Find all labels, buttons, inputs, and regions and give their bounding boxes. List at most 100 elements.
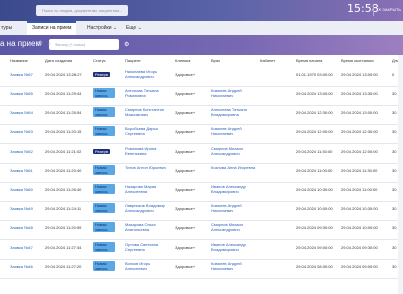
tab-appointments[interactable]: Записи на прием xyxy=(27,21,77,35)
column-header[interactable]: Статус xyxy=(93,58,106,63)
start-time: 29.04.2024 10:00:00 xyxy=(296,206,333,211)
doctor-link[interactable]: Алексеева Татьяна Владимировна xyxy=(211,107,259,117)
created-date: 29.04.2024 11:27:20 xyxy=(45,264,82,269)
gear-icon[interactable]: ⚙ xyxy=(124,41,129,48)
start-time: 29.04.2024 12:30:00 xyxy=(296,110,333,115)
doctor-link[interactable]: Иванов Александр Владимирович xyxy=(211,242,259,252)
table-row[interactable]: Заявка №52 29.04.2024 11:21:02 Резерв Роман… xyxy=(0,144,403,164)
appointment-link[interactable]: Заявка №49 xyxy=(10,206,33,211)
table-row[interactable]: Заявка №53 29.04.2024 11:20:15 Новая запис… xyxy=(0,124,403,144)
created-date: 29.04.2024 11:26:40 xyxy=(45,187,82,192)
column-header[interactable]: Название xyxy=(10,58,28,63)
patient-link[interactable]: Волков Игорь Алексеевич xyxy=(125,261,169,271)
status-badge: Новая запись xyxy=(93,88,115,98)
patient-link[interactable]: Воробьева Дарья Сергеевна xyxy=(125,126,169,136)
clinic-name: Здоровье+ xyxy=(175,245,196,250)
end-time: 29.04.2024 10:00:00 xyxy=(341,225,378,230)
duration: 30 xyxy=(392,264,397,269)
table-row[interactable]: Заявка №51 29.04.2024 11:20:40 Новая запис… xyxy=(0,163,403,183)
tab-more[interactable]: Еще ⌄ xyxy=(126,21,142,35)
end-time: 29.04.2024 13:30:00 xyxy=(341,91,378,96)
start-time: 29.04.2024 09:30:00 xyxy=(296,225,333,230)
patient-link[interactable]: Макарова Ольга Анатольевна xyxy=(125,222,169,232)
status-badge: Резерв xyxy=(93,72,110,77)
appointment-link[interactable]: Заявка №48 xyxy=(10,225,33,230)
column-header[interactable]: Кабинет xyxy=(260,58,275,63)
appointment-link[interactable]: Заявка №52 xyxy=(10,149,33,154)
status-badge: Резерв xyxy=(93,149,110,154)
filter-placeholder: Фильтр (* поиск) xyxy=(55,42,86,47)
status-badge: Новая запись xyxy=(93,165,115,175)
scrollbar[interactable] xyxy=(398,55,403,294)
duration: 30 xyxy=(392,187,397,192)
global-search-input[interactable]: Поиск по людям, документам, пациентам... xyxy=(36,5,128,16)
status-badge: Новая запись xyxy=(93,261,115,271)
start-time: 29.04.2024 12:00:00 xyxy=(296,129,333,134)
column-header[interactable]: Врач xyxy=(211,58,220,63)
start-time: 29.04.2024 13:00:00 xyxy=(296,91,333,96)
patient-link[interactable]: Титов Антон Юрьевич xyxy=(125,165,169,170)
search-icon: ⌕ xyxy=(48,41,51,47)
doctor-link[interactable]: Иванов Александр Владимирович xyxy=(211,184,259,194)
created-date: 29.04.2024 11:25:54 xyxy=(45,110,82,115)
page-header: а на прием ☆ ⌕ Фильтр (* поиск) ⚙ xyxy=(0,35,403,55)
doctor-link[interactable]: Ковалев Андрей Николаевич xyxy=(211,261,259,271)
table-row[interactable]: Заявка №50 29.04.2024 11:26:40 Новая запис… xyxy=(0,182,403,202)
doctor-link[interactable]: Ковалев Андрей Николаевич xyxy=(211,203,259,213)
end-time: 29.04.2024 10:30:00 xyxy=(341,206,378,211)
start-time: 29.04.2024 10:30:00 xyxy=(296,187,333,192)
appointment-link[interactable]: Заявка №54 xyxy=(10,110,33,115)
column-header[interactable]: Время окончания xyxy=(341,58,374,63)
patient-link[interactable]: Орлова Светлана Сергеевна xyxy=(125,242,169,252)
doctor-link[interactable]: Смирнов Михаил Александрович xyxy=(211,146,259,156)
status-badge: Новая запись xyxy=(93,203,115,213)
clinic-name: Здоровье+ xyxy=(175,168,196,173)
doctor-link[interactable]: Смирнов Михаил Александрович xyxy=(211,222,259,232)
patient-link[interactable]: Смирнов Константин Максимович xyxy=(125,107,169,117)
end-time: 29.04.2024 13:00:00 xyxy=(341,72,378,77)
close-button[interactable]: ✕ ЗАКРЫТЬ xyxy=(378,7,401,12)
appointment-link[interactable]: Заявка №55 xyxy=(10,91,33,96)
doctor-link[interactable]: Ковалев Андрей Николаевич xyxy=(211,88,259,98)
doctor-link[interactable]: Козлова Анна Игоревна xyxy=(211,165,259,170)
end-time: 29.04.2024 12:00:00 xyxy=(341,149,378,154)
patient-link[interactable]: Николаева Игорь Александрович xyxy=(125,69,169,79)
clinic-name: Здоровье+ xyxy=(175,91,196,96)
star-icon[interactable]: ☆ xyxy=(37,39,43,47)
table-row[interactable]: Заявка №57 29.04.2024 13:28:27 Резерв Никол… xyxy=(0,67,403,87)
table-row[interactable]: Заявка №47 29.04.2024 11:27:34 Новая запис… xyxy=(0,240,403,260)
appointment-link[interactable]: Заявка №46 xyxy=(10,264,33,269)
appointment-link[interactable]: Заявка №47 xyxy=(10,245,33,250)
patient-link[interactable]: Лаврников Владимир Александрович xyxy=(125,203,169,213)
table-row[interactable]: Заявка №48 29.04.2024 11:20:59 Новая запис… xyxy=(0,220,403,240)
tab-settings[interactable]: Настройки ⌄ xyxy=(87,21,117,35)
column-header[interactable]: Дата создания xyxy=(45,58,72,63)
column-header[interactable]: Пациент xyxy=(125,58,141,63)
appointment-link[interactable]: Заявка №57 xyxy=(10,72,33,77)
created-date: 29.04.2024 11:21:02 xyxy=(45,149,82,154)
column-header[interactable]: Время начала xyxy=(296,58,322,63)
page-title: а на прием xyxy=(0,39,41,48)
table-row[interactable]: Заявка №49 29.04.2024 11:24:11 Новая запис… xyxy=(0,201,403,221)
status-badge: Новая запись xyxy=(93,126,115,136)
appointment-link[interactable]: Заявка №50 xyxy=(10,187,33,192)
doctor-link[interactable]: Ковалев Андрей Николаевич xyxy=(211,126,259,136)
duration: 30 xyxy=(392,91,397,96)
patient-link[interactable]: Романова Ирина Евгеньевна xyxy=(125,146,169,156)
filter-input[interactable]: ⌕ Фильтр (* поиск) xyxy=(48,39,119,50)
end-time: 29.04.2024 13:00:00 xyxy=(341,110,378,115)
table-row[interactable]: Заявка №46 29.04.2024 11:27:20 Новая запис… xyxy=(0,259,403,279)
start-time: 29.04.2024 08:30:00 xyxy=(296,264,333,269)
tab-tours[interactable]: туры xyxy=(1,21,12,35)
created-date: 29.04.2024 11:20:40 xyxy=(45,168,82,173)
table-row[interactable]: Заявка №55 29.04.2024 11:29:44 Новая запис… xyxy=(0,86,403,106)
appointment-link[interactable]: Заявка №51 xyxy=(10,168,33,173)
column-header[interactable]: Клиника xyxy=(175,58,190,63)
appointment-link[interactable]: Заявка №53 xyxy=(10,129,33,134)
patient-link[interactable]: Антонова Татьяна Романовна xyxy=(125,88,169,98)
start-time: 29.04.2024 11:30:00 xyxy=(296,149,333,154)
patient-link[interactable]: Назарова Мария Алексеевна xyxy=(125,184,169,194)
table-row[interactable]: Заявка №54 29.04.2024 11:25:54 Новая запис… xyxy=(0,105,403,125)
tab-bar: туры Записи на прием Настройки ⌄ Еще ⌄ xyxy=(0,21,403,36)
created-date: 29.04.2024 11:29:44 xyxy=(45,91,82,96)
